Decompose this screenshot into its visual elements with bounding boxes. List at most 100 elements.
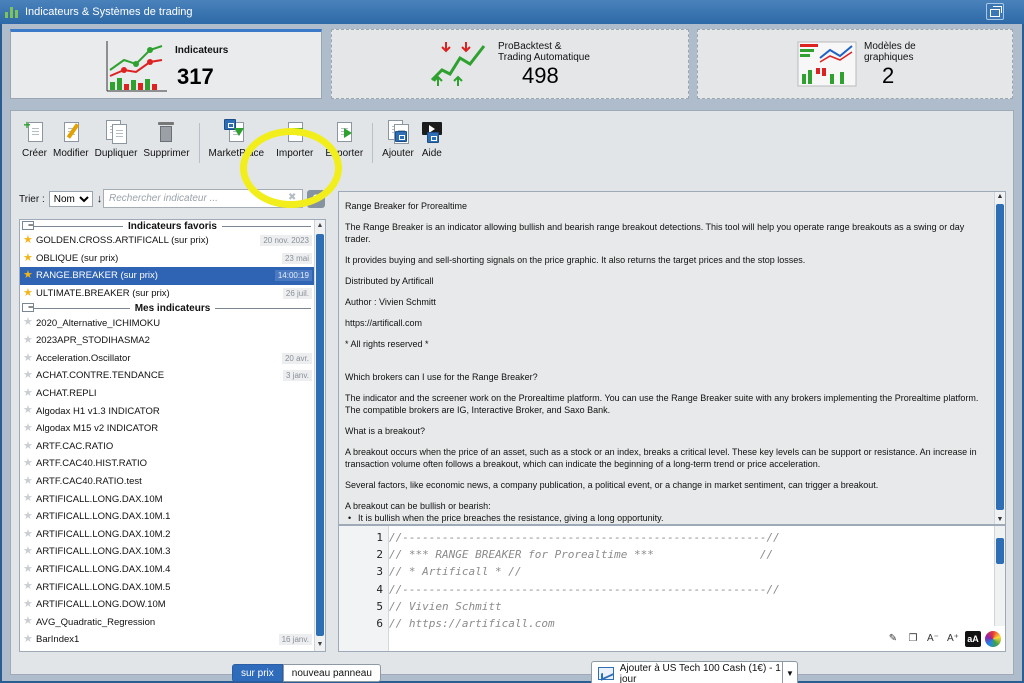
star-outline-icon[interactable]: ★ [23,493,33,504]
description-paragraph: What is a breakout? [345,426,426,436]
scroll-thumb[interactable] [996,204,1004,510]
list-item[interactable]: ★ ARTIFICALL.LONG.DAX.10M.3 [20,543,325,561]
scroll-thumb[interactable] [996,538,1004,564]
add-to-chart-button[interactable]: Ajouter à US Tech 100 Cash (1€) - 1 jour… [591,661,798,683]
favorite-star-icon[interactable]: ★ [23,270,33,281]
description-paragraph: Distributed by Artificall [345,276,434,286]
star-outline-icon[interactable]: ★ [23,598,33,610]
star-outline-icon[interactable]: ★ [23,616,33,627]
favorite-star-icon[interactable]: ★ [23,252,33,264]
star-outline-icon[interactable]: ★ [23,563,33,575]
list-item[interactable]: ★ 2020_Alternative_ICHIMOKU [20,314,325,332]
description-paragraph: Which brokers can I use for the Range Br… [345,372,538,382]
scroll-up-icon[interactable]: ▲ [316,222,324,230]
list-item[interactable]: ★ Algodax H1 v1.3 INDICATOR [20,402,325,420]
new-document-icon: + [23,119,47,145]
favorite-star-icon[interactable]: ★ [23,235,33,246]
add-button[interactable]: Ajouter [379,119,417,167]
star-outline-icon[interactable]: ★ [23,546,33,557]
star-outline-icon[interactable]: ★ [23,405,33,416]
scroll-up-icon[interactable]: ▲ [996,193,1004,200]
modified-date: 26 juil. [282,287,312,299]
tab-indicateurs[interactable]: Indicateurs 317 [10,29,322,99]
indicator-list: − Indicateurs favoris ★ GOLDEN.CROSS.ARTI… [19,219,326,652]
star-outline-icon[interactable]: ★ [23,581,33,592]
scroll-down-icon[interactable]: ▼ [316,641,324,649]
indicator-name: GOLDEN.CROSS.ARTIFICALL (sur prix) [36,235,209,247]
list-item[interactable]: ★ ACHAT.CONTRE.TENDANCE 3 janv. [20,367,325,385]
tile-count: 317 [177,64,214,89]
code-comment: //--------------------------------------… [389,582,780,596]
description-paragraph: https://artificall.com [345,318,423,328]
star-outline-icon[interactable]: ★ [23,528,33,540]
star-outline-icon[interactable]: ★ [23,317,33,328]
trash-icon [154,119,178,145]
indicator-name: Algodax H1 v1.3 INDICATOR [36,405,160,417]
code-editor[interactable]: 1 //-------------------------------------… [338,525,1006,652]
list-item[interactable]: ★ ARTIFICALL.LONG.DOW.10M [20,596,325,614]
edit-code-icon[interactable]: ✎ [885,631,901,647]
list-item[interactable]: ★ RANGE.BREAKER (sur prix) 14:00:19 [20,267,325,285]
collapse-toggle[interactable]: − [22,303,34,313]
list-item[interactable]: ★ ARTIFICALL.LONG.DAX.10M.4 [20,561,325,579]
duplicate-button[interactable]: Dupliquer [92,119,141,167]
list-item[interactable]: ★ Algodax M15 v2 INDICATOR [20,420,325,438]
modify-button[interactable]: Modifier [50,119,92,167]
list-item[interactable]: ★ BarIndex1 16 janv. [20,631,325,649]
star-outline-icon[interactable]: ★ [23,387,33,399]
star-outline-icon[interactable]: ★ [23,475,33,487]
favorite-star-icon[interactable]: ★ [23,287,33,299]
delete-button[interactable]: Supprimer [140,119,192,167]
code-scrollbar[interactable] [994,526,1005,626]
decrease-font-icon[interactable]: A⁻ [925,631,941,647]
star-outline-icon[interactable]: ★ [23,334,33,346]
description-bullet: It is bullish when the price breaches th… [345,512,987,524]
copy-code-icon[interactable]: ❐ [905,631,921,647]
list-item[interactable]: ★ ACHAT.REPLI [20,385,325,403]
list-item[interactable]: ★ ARTIFICALL.LONG.DAX.10M [20,490,325,508]
star-outline-icon[interactable]: ★ [23,422,33,434]
tab-probacktest[interactable]: ProBacktest & Trading Automatique 498 [331,29,689,99]
list-item[interactable]: ★ ULTIMATE.BREAKER (sur prix) 26 juil. [20,285,325,303]
chevron-down-icon[interactable]: ▼ [782,662,797,683]
description-paragraph: The Range Breaker is an indicator allowi… [345,222,965,244]
description-paragraph: * All rights reserved * [345,339,429,349]
star-outline-icon[interactable]: ★ [23,634,33,645]
list-item[interactable]: ★ ARTF.CAC40.RATIO.test [20,473,325,491]
list-item[interactable]: ★ ARTIFICALL.LONG.DAX.10M.2 [20,526,325,544]
dark-theme-icon[interactable]: aA [965,631,981,647]
sort-direction-icon[interactable]: ↓ [97,193,103,205]
sort-select[interactable]: Nom [48,191,93,207]
list-item[interactable]: ★ OBLIQUE (sur prix) 23 mai [20,250,325,268]
collapse-toggle[interactable]: − [22,221,34,230]
list-item[interactable]: ★ AVG_Quadratic_Regression [20,613,325,631]
syntax-color-icon[interactable] [985,631,1001,647]
list-item[interactable]: ★ ARTIFICALL.LONG.DAX.10M.1 [20,508,325,526]
description-scrollbar[interactable]: ▲ ▼ [994,192,1005,524]
scroll-thumb[interactable] [316,234,324,636]
increase-font-icon[interactable]: A⁺ [945,631,961,647]
tab-modeles-graphiques[interactable]: Modèles de graphiques 2 [697,29,1013,99]
code-line: 6 // https://artificall.com [339,615,989,632]
nouveau-panneau-option[interactable]: nouveau panneau [282,664,381,682]
scroll-down-icon[interactable]: ▼ [996,516,1004,523]
list-item[interactable]: ★ ARTF.CAC40.HIST.RATIO [20,455,325,473]
mine-section-header: − Mes indicateurs [20,302,325,314]
list-item[interactable]: ★ Acceleration.Oscillator 20 avr. [20,350,325,368]
list-item[interactable]: ★ ARTIFICALL.LONG.DAX.10M.5 [20,578,325,596]
indicator-name: 2023APR_STODIHASMA2 [36,335,150,347]
star-outline-icon[interactable]: ★ [23,510,33,522]
star-outline-icon[interactable]: ★ [23,370,33,381]
list-item[interactable]: ★ 2023APR_STODIHASMA2 [20,332,325,350]
star-outline-icon[interactable]: ★ [23,352,33,364]
create-button[interactable]: + Créer [19,119,50,167]
star-outline-icon[interactable]: ★ [23,458,33,469]
restore-window-button[interactable] [986,3,1004,20]
star-outline-icon[interactable]: ★ [23,440,33,452]
list-item[interactable]: ★ GOLDEN.CROSS.ARTIFICALL (sur prix) 20 no… [20,232,325,250]
list-item[interactable]: ★ ARTF.CAC.RATIO [20,438,325,456]
help-button[interactable]: Aide [417,119,447,167]
sur-prix-option[interactable]: sur prix [232,664,283,682]
list-scrollbar[interactable]: ▲ ▼ [314,220,325,651]
code-line: 3 // * Artificall * // [339,563,989,580]
